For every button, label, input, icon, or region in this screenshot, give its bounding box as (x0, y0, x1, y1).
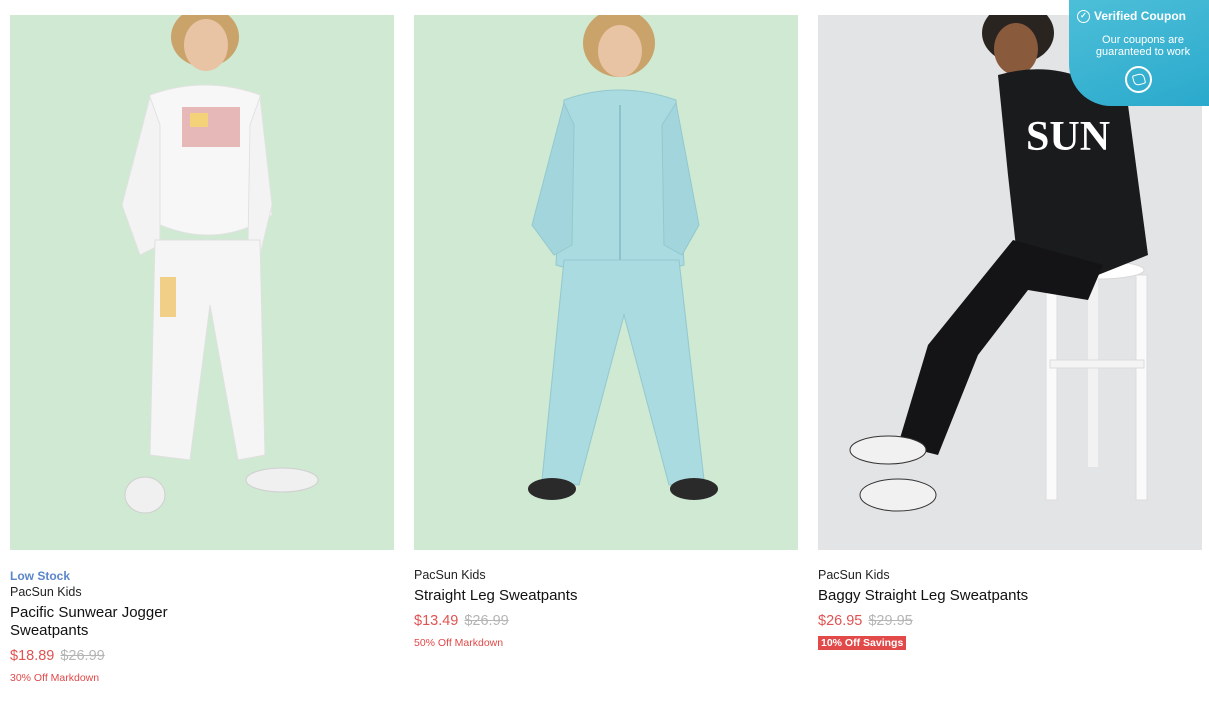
original-price: $29.95 (868, 613, 913, 629)
product-card[interactable]: SUN PacSun Kids Baggy Straight Leg Sweat… (818, 15, 1202, 685)
product-card[interactable]: PacSun Kids Straight Leg Sweatpants $13.… (414, 15, 798, 685)
sale-price: $13.49 (414, 613, 459, 629)
stock-status: Low Stock (10, 569, 71, 583)
product-name[interactable]: Pacific Sunwear Jogger Sweatpants (10, 604, 190, 640)
coupon-description: Our coupons are guaranteed to work (1095, 34, 1191, 58)
price-row: $18.89 $26.99 (10, 647, 394, 665)
coupon-title: ✓ Verified Coupon (1077, 9, 1186, 23)
product-brand: PacSun Kids (10, 585, 82, 599)
coupon-logo-icon[interactable] (1125, 66, 1152, 93)
product-name[interactable]: Straight Leg Sweatpants (414, 587, 798, 605)
boy-blue-sweatsuit-illustration (528, 15, 718, 500)
price-row: $13.49 $26.99 (414, 612, 798, 630)
verified-coupon-widget[interactable]: ✓ Verified Coupon Our coupons are guaran… (1069, 0, 1209, 106)
svg-text:SUN: SUN (1026, 114, 1110, 160)
sale-price: $26.95 (818, 613, 863, 629)
boy-white-sweatsuit-illustration (121, 15, 319, 514)
product-name[interactable]: Baggy Straight Leg Sweatpants (818, 587, 1202, 605)
coupon-title-text: Verified Coupon (1094, 9, 1187, 23)
product-card[interactable]: Low Stock PacSun Kids Pacific Sunwear Jo… (10, 15, 394, 685)
price-row: $26.95 $29.95 (818, 612, 1202, 630)
product-brand: PacSun Kids (818, 568, 890, 582)
product-image[interactable] (10, 15, 394, 550)
check-circle-icon: ✓ (1077, 9, 1090, 23)
product-image[interactable] (414, 15, 798, 550)
promo-label: 50% Off Markdown (414, 637, 504, 649)
savings-badge: 10% Off Savings (818, 636, 907, 650)
promo-label: 30% Off Markdown (10, 672, 100, 684)
product-brand: PacSun Kids (414, 568, 486, 582)
original-price: $26.99 (464, 613, 509, 629)
product-grid: Low Stock PacSun Kids Pacific Sunwear Jo… (10, 15, 1202, 685)
sale-price: $18.89 (10, 648, 55, 664)
original-price: $26.99 (60, 648, 105, 664)
